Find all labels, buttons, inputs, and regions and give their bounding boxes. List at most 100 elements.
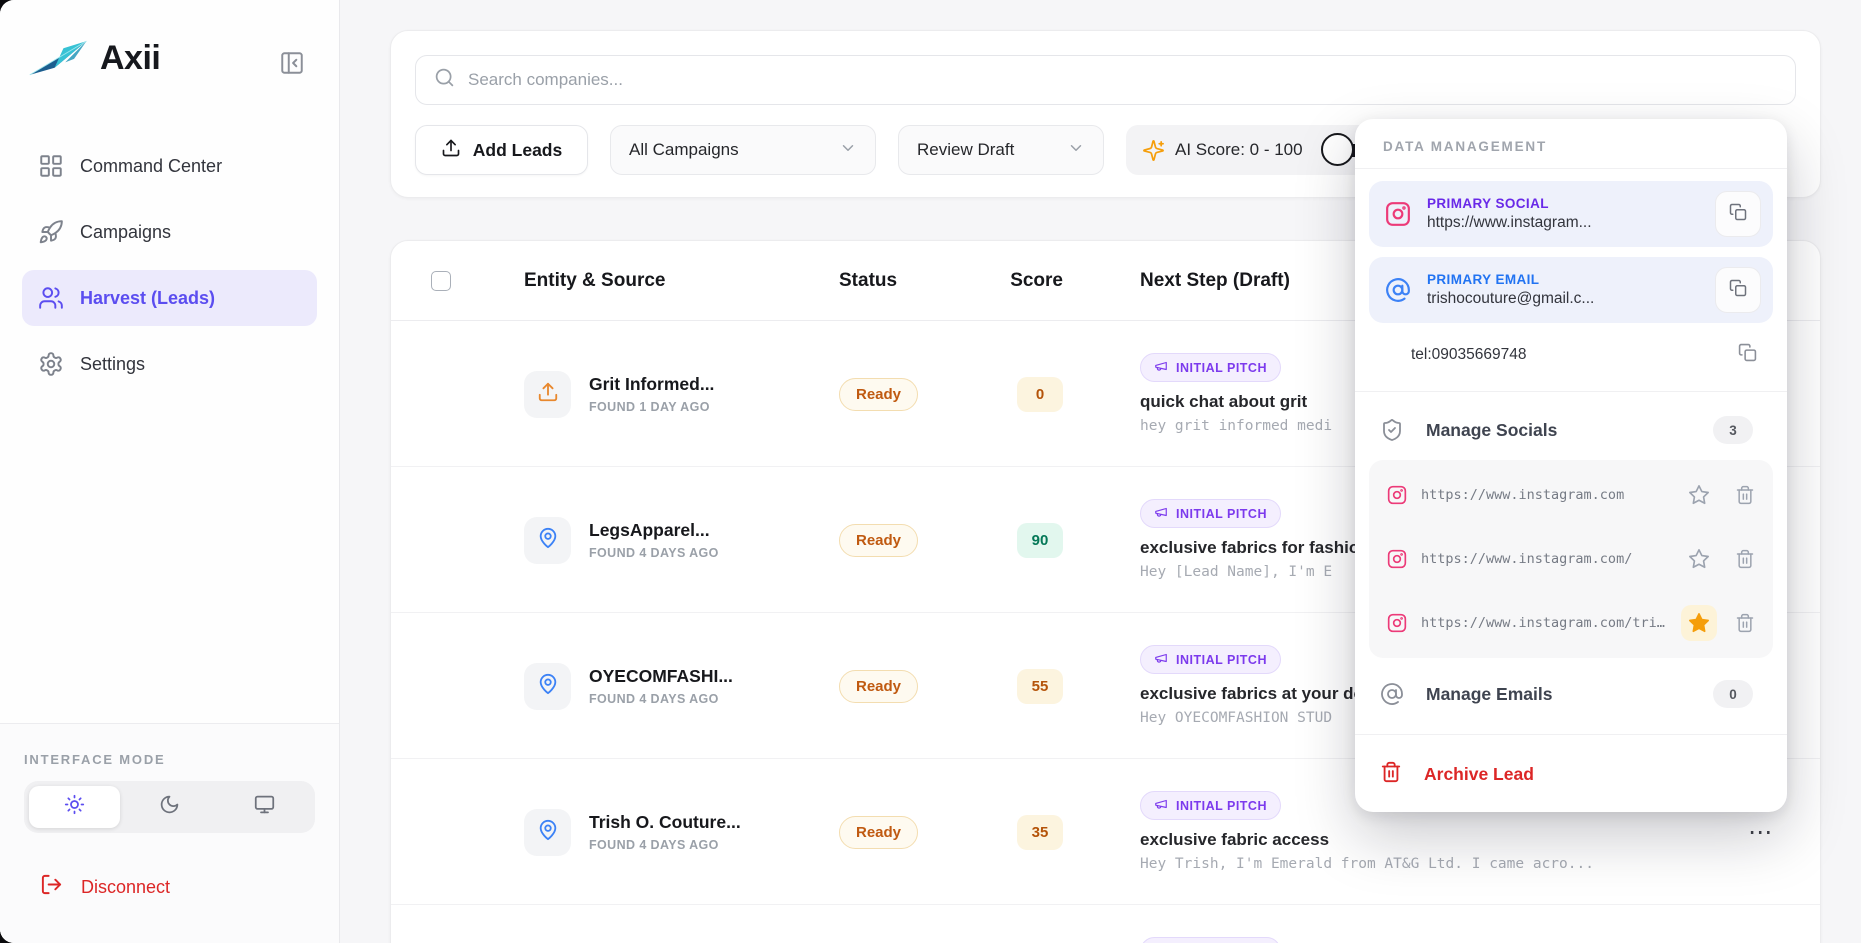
megaphone-icon [1154, 797, 1168, 814]
sidebar-item-command-center[interactable]: Command Center [22, 138, 317, 194]
entity-name: OYECOMFASHI... [589, 666, 733, 686]
primary-social-value: https://www.instagram... [1427, 214, 1592, 231]
status-cell: Ready [839, 759, 919, 905]
primary-email-card[interactable]: PRIMARY EMAIL trishocouture@gmail.c... [1369, 257, 1773, 323]
copy-email-button[interactable] [1715, 267, 1761, 313]
rocket-icon [38, 219, 64, 245]
entity-found: FOUND 4 DAYS AGO [589, 692, 719, 706]
sidebar-nav: Command Center Campaigns Harvest (Leads)… [22, 138, 317, 392]
trash-icon[interactable] [1735, 485, 1755, 505]
trash-icon[interactable] [1735, 613, 1755, 633]
status-badge: Ready [839, 523, 919, 557]
sidebar-item-settings[interactable]: Settings [22, 336, 317, 392]
draft-filter-select[interactable]: Review Draft [898, 125, 1104, 175]
sidebar-item-campaigns[interactable]: Campaigns [22, 204, 317, 260]
score-badge: 35 [1017, 814, 1063, 850]
entity-cell: OYECOMFASHI... FOUND 4 DAYS AGO [524, 613, 733, 759]
star-filled-icon[interactable] [1681, 605, 1717, 641]
table-row[interactable]: INITIAL PITCH [391, 905, 1820, 943]
primary-email-value: trishocouture@gmail.c... [1427, 290, 1595, 307]
divider [1355, 734, 1787, 735]
app-window: Axii Command Center Campaigns Harvest (L… [0, 0, 1861, 943]
copy-phone-button[interactable] [1738, 343, 1757, 367]
column-header-status: Status [839, 270, 898, 291]
sidebar: Axii Command Center Campaigns Harvest (L… [0, 0, 340, 943]
menu-title: DATA MANAGEMENT [1383, 139, 1547, 154]
dark-mode-button[interactable] [124, 786, 215, 828]
light-mode-button[interactable] [29, 786, 120, 828]
instagram-icon [1385, 201, 1411, 227]
chevron-down-icon [1067, 139, 1085, 162]
trash-icon[interactable] [1735, 549, 1755, 569]
pitch-tag: INITIAL PITCH [1140, 937, 1281, 943]
archive-lead-label: Archive Lead [1424, 764, 1534, 784]
campaign-filter-select[interactable]: All Campaigns [610, 125, 876, 175]
logout-icon [40, 873, 63, 901]
users-icon [38, 285, 64, 311]
manage-socials-item[interactable]: Manage Socials 3 [1355, 404, 1787, 456]
sidebar-item-harvest-leads[interactable]: Harvest (Leads) [22, 270, 317, 326]
pitch-tag: INITIAL PITCH [1140, 353, 1281, 382]
entity-name: Grit Informed... [589, 374, 715, 394]
social-list-item[interactable]: https://www.instagram.com/ [1369, 527, 1773, 591]
instagram-icon [1387, 613, 1407, 633]
search-icon [434, 67, 455, 93]
status-cell: Ready [839, 613, 919, 759]
select-all-checkbox[interactable] [431, 271, 451, 291]
divider [1355, 391, 1787, 392]
sun-icon [64, 794, 85, 820]
socials-list: https://www.instagram.com https://www.in… [1369, 460, 1773, 658]
score-cell: 90 [983, 467, 1063, 613]
manage-emails-item[interactable]: Manage Emails 0 [1355, 668, 1787, 720]
sidebar-collapse-icon[interactable] [279, 50, 305, 76]
system-mode-button[interactable] [219, 786, 310, 828]
entity-cell: Trish O. Couture... FOUND 4 DAYS AGO [524, 759, 741, 905]
interface-mode-label: INTERFACE MODE [24, 752, 166, 767]
manage-emails-label: Manage Emails [1426, 683, 1553, 704]
grid-icon [38, 153, 64, 179]
upload-icon [441, 138, 461, 163]
source-avatar [524, 662, 571, 710]
pitch-tag: INITIAL PITCH [1140, 791, 1281, 820]
monitor-icon [254, 794, 275, 820]
entity-name: Trish O. Couture... [589, 812, 741, 832]
at-sign-icon [1385, 277, 1411, 303]
social-list-item[interactable]: https://www.instagram.com/tri… [1369, 591, 1773, 655]
next-step-cell: INITIAL PITCH [1140, 937, 1780, 943]
divider [1355, 168, 1787, 169]
at-sign-icon [1380, 682, 1404, 706]
score-badge: 90 [1017, 522, 1063, 558]
score-cell: 55 [983, 613, 1063, 759]
primary-email-label: PRIMARY EMAIL [1427, 272, 1540, 287]
score-cell: 0 [983, 321, 1063, 467]
source-avatar [524, 516, 571, 564]
entity-cell: LegsApparel... FOUND 4 DAYS AGO [524, 467, 719, 613]
gear-icon [38, 351, 64, 377]
megaphone-icon [1154, 505, 1168, 522]
disconnect-button[interactable]: Disconnect [24, 873, 315, 901]
add-leads-button[interactable]: Add Leads [415, 125, 588, 175]
primary-social-card[interactable]: PRIMARY SOCIAL https://www.instagram... [1369, 181, 1773, 247]
socials-count-badge: 3 [1713, 416, 1753, 444]
search-input[interactable] [468, 70, 1777, 90]
status-badge: Ready [839, 669, 919, 703]
app-title: Axii [100, 38, 161, 77]
column-header-next-step: Next Step (Draft) [1140, 270, 1290, 291]
star-icon[interactable] [1681, 477, 1717, 513]
score-badge: 55 [1017, 668, 1063, 704]
primary-social-label: PRIMARY SOCIAL [1427, 196, 1549, 211]
copy-social-button[interactable] [1715, 191, 1761, 237]
upload-icon [537, 381, 559, 408]
sidebar-item-label: Settings [80, 353, 146, 374]
copy-icon [1729, 203, 1747, 226]
status-badge: Ready [839, 815, 919, 849]
source-avatar [524, 370, 571, 418]
disconnect-label: Disconnect [81, 876, 171, 897]
entity-found: FOUND 4 DAYS AGO [589, 838, 719, 852]
social-list-item[interactable]: https://www.instagram.com [1369, 463, 1773, 527]
sidebar-item-label: Harvest (Leads) [80, 287, 216, 308]
star-icon[interactable] [1681, 541, 1717, 577]
slider-thumb[interactable] [1320, 133, 1354, 166]
archive-lead-item[interactable]: Archive Lead [1355, 747, 1787, 796]
ai-score-filter: AI Score: 0 - 100 [1126, 125, 1384, 175]
